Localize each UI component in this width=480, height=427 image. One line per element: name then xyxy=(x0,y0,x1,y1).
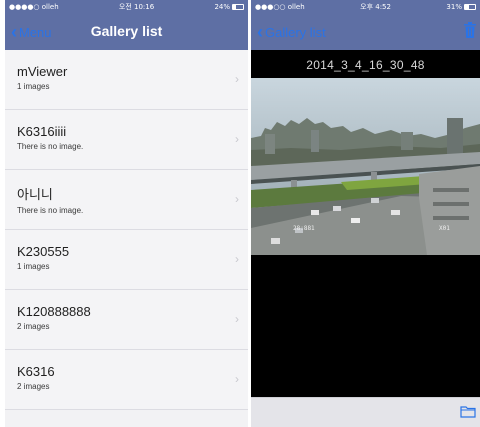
nav-bar: ‹ Menu Gallery list xyxy=(5,14,248,50)
gallery-row[interactable]: K6316iiii There is no image. › xyxy=(5,110,248,170)
gallery-list: mViewer 1 images › K6316iiii There is no… xyxy=(5,50,248,410)
gallery-row[interactable]: K230555 1 images › xyxy=(5,230,248,290)
gallery-row[interactable]: 아니니 There is no image. › xyxy=(5,170,248,230)
status-time: 오전 10:16 xyxy=(118,3,155,11)
gallery-name: K120888888 xyxy=(17,304,91,319)
chevron-right-icon: › xyxy=(235,132,239,146)
status-time: 오후 4:52 xyxy=(360,3,391,11)
gallery-list-screen: ●●●●○ olleh 오전 10:16 24% ‹ Menu Gallery … xyxy=(5,0,248,427)
carrier-label: ●●●○○ olleh xyxy=(255,3,305,11)
gallery-detail: There is no image. xyxy=(17,142,84,151)
gallery-row[interactable]: K120888888 2 images › xyxy=(5,290,248,350)
gallery-detail: 2 images xyxy=(17,382,50,391)
gallery-row[interactable]: mViewer 1 images › xyxy=(5,50,248,110)
chevron-left-icon: ‹ xyxy=(257,22,263,42)
carrier-label: ●●●●○ olleh xyxy=(9,3,59,11)
status-bar: ●●●●○ olleh 오전 10:16 24% xyxy=(5,0,248,14)
photo-overlay-right: X01 xyxy=(439,225,450,232)
gallery-name: K230555 xyxy=(17,244,70,259)
cctv-photo[interactable]: 28:881 X01 xyxy=(251,78,480,255)
battery-icon xyxy=(232,4,244,10)
page-title: Gallery list xyxy=(90,23,163,39)
folder-icon[interactable] xyxy=(460,405,476,418)
chevron-right-icon: › xyxy=(235,312,239,326)
battery-percent: 31% xyxy=(446,3,462,11)
gallery-detail: There is no image. xyxy=(17,206,84,215)
image-title: 2014_3_4_16_30_48 xyxy=(306,58,425,72)
trash-icon[interactable] xyxy=(464,22,476,38)
battery-percent: 24% xyxy=(214,3,230,11)
battery-status: 24% xyxy=(214,3,244,11)
gallery-detail: 1 images xyxy=(17,262,50,271)
back-label: Gallery list xyxy=(265,24,326,40)
gallery-detail: 1 images xyxy=(17,82,50,91)
image-viewer-screen: ●●●○○ olleh 오후 4:52 31% ‹ Gallery list 2… xyxy=(251,0,480,427)
back-button[interactable]: ‹ Gallery list xyxy=(257,22,326,42)
chevron-right-icon: › xyxy=(235,252,239,266)
gallery-detail: 2 images xyxy=(17,322,50,331)
gallery-name: K6316 xyxy=(17,364,55,379)
chevron-right-icon: › xyxy=(235,192,239,206)
chevron-right-icon: › xyxy=(235,72,239,86)
chevron-right-icon: › xyxy=(235,372,239,386)
gallery-name: mViewer xyxy=(17,64,68,79)
photo-overlay-left: 28:881 xyxy=(293,225,315,232)
gallery-row[interactable]: K6316 2 images › xyxy=(5,350,248,410)
bottom-toolbar xyxy=(251,397,480,427)
gallery-name: K6316iiii xyxy=(17,124,67,139)
gallery-name: 아니니 xyxy=(17,187,53,202)
battery-icon xyxy=(463,4,476,10)
nav-bar: ‹ Gallery list xyxy=(251,14,480,50)
status-bar: ●●●○○ olleh 오후 4:52 31% xyxy=(251,0,480,14)
battery-status: 31% xyxy=(446,3,476,11)
